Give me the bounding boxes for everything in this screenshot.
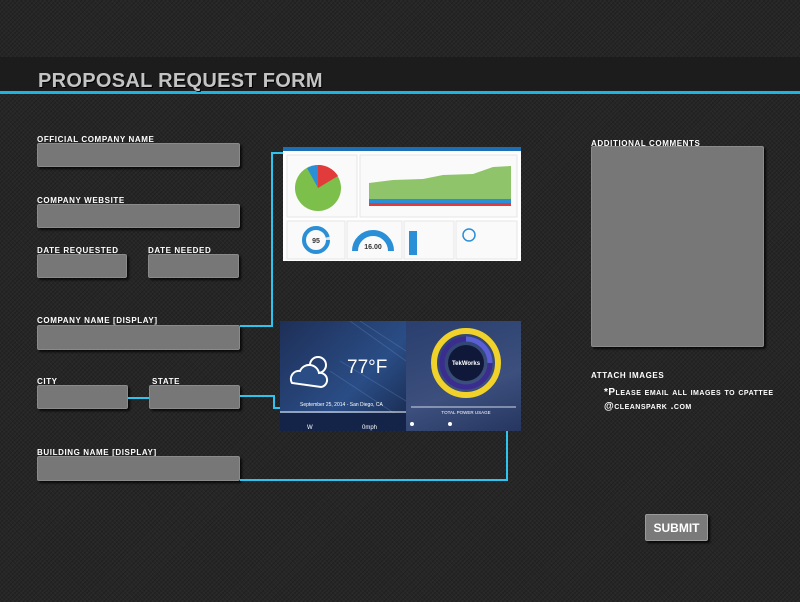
connector-line (271, 152, 283, 154)
power-usage-preview: TekWorks TOTAL POWER USAGE (406, 321, 521, 431)
power-usage-graphic: TekWorks TOTAL POWER USAGE (410, 328, 516, 426)
cloud-sun-icon (289, 356, 329, 389)
connector-line (271, 152, 273, 327)
connector-line (240, 479, 508, 481)
date-requested-input[interactable] (37, 254, 127, 278)
company-website-input[interactable] (37, 204, 240, 228)
weather-wind-speed: 0mph (362, 425, 377, 431)
dashboard-dial-value: 16.00 (364, 244, 382, 251)
connector-line (128, 397, 149, 399)
attach-images-note: *Please email all images to cpattee @cle… (604, 387, 774, 412)
building-name-display-input[interactable] (37, 456, 240, 481)
brand-name: TekWorks (452, 361, 481, 367)
weather-preview: 77°F September 25, 2014 - San Diego, CA … (280, 321, 406, 431)
submit-button[interactable]: SUBMIT (645, 514, 708, 541)
dashboard-preview-graphic: 95 16.00 (283, 147, 521, 260)
company-name-display-label: Company Name [display] (37, 316, 158, 325)
date-needed-input[interactable] (148, 254, 239, 278)
state-input[interactable] (149, 385, 240, 409)
official-company-name-input[interactable] (37, 143, 240, 167)
page-title: PROPOSAL REQUEST FORM (38, 70, 323, 92)
power-usage-label: TOTAL POWER USAGE (441, 410, 490, 415)
weather-date: September 25, 2014 - San Diego, CA (300, 402, 383, 408)
dashboard-gauge-value: 95 (312, 238, 320, 245)
weather-temperature: 77°F (347, 357, 387, 378)
company-name-display-input[interactable] (37, 325, 240, 350)
attach-images-label: Attach Images (591, 371, 665, 380)
dashboard-preview: 95 16.00 (283, 147, 521, 261)
weather-preview-graphic: 77°F September 25, 2014 - San Diego, CA … (280, 321, 406, 431)
city-input[interactable] (37, 385, 128, 409)
weather-wind-label: W (307, 425, 313, 431)
connector-line (240, 395, 274, 397)
additional-comments-textarea[interactable] (591, 146, 764, 347)
connector-line (240, 325, 272, 327)
